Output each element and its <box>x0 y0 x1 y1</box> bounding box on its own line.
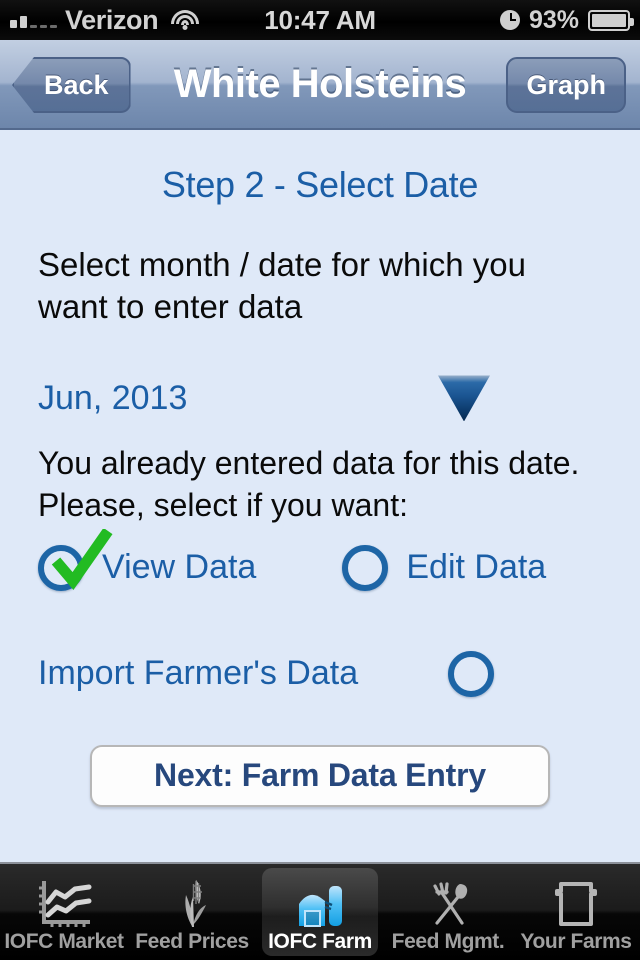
tab-feed-mgmt[interactable]: Feed Mgmt. <box>384 864 512 960</box>
instruction-text: Select month / date for which you want t… <box>38 246 526 326</box>
tab-iofc-farm[interactable]: IOFC Farm <box>256 864 384 960</box>
radio-ring-edit-data[interactable] <box>342 544 389 591</box>
radio-ring-view-data[interactable] <box>38 528 113 591</box>
next-button-container: Next: Farm Data Entry <box>0 744 640 807</box>
navigation-bar: Back White Holsteins Graph <box>0 40 640 130</box>
barn-silo-icon <box>291 878 349 930</box>
radio-option-view-data[interactable]: View Data <box>38 528 256 591</box>
status-bar: Verizon 10:47 AM 93% <box>0 0 640 40</box>
corn-stalk-icon <box>163 878 221 930</box>
tab-label-iofc-farm: IOFC Farm <box>268 930 372 953</box>
tab-label-iofc-market: IOFC Market <box>4 930 124 953</box>
tab-label-your-farms: Your Farms <box>520 930 632 953</box>
date-selector-row[interactable]: Jun, 2013 <box>38 375 602 422</box>
prompt-line-2: Please, select if you want: <box>38 487 408 524</box>
back-button[interactable]: Back <box>12 57 131 113</box>
prompt-line-1: You already entered data for this date. <box>38 445 580 482</box>
radio-ring-import-farmers-data[interactable] <box>448 650 494 697</box>
tab-iofc-market[interactable]: IOFC Market <box>0 864 128 960</box>
selected-date-label[interactable]: Jun, 2013 <box>38 379 187 418</box>
tab-bar: IOFC Market Feed Prices IOFC Farm Feed M… <box>0 862 640 960</box>
fork-shovel-icon <box>419 878 477 930</box>
tab-label-feed-mgmt: Feed Mgmt. <box>391 930 505 953</box>
alarm-clock-icon <box>499 10 520 30</box>
main-content: Step 2 - Select Date Select month / date… <box>0 132 640 862</box>
next-farm-data-entry-button[interactable]: Next: Farm Data Entry <box>90 744 550 807</box>
line-chart-icon <box>35 878 93 930</box>
tab-your-farms[interactable]: Your Farms <box>512 864 640 960</box>
import-farmers-data-row[interactable]: Import Farmer's Data <box>38 650 602 697</box>
page-title: White Holsteins <box>173 61 467 106</box>
battery-percent-label: 93% <box>528 5 579 34</box>
graph-button[interactable]: Graph <box>506 57 626 113</box>
tab-label-feed-prices: Feed Prices <box>135 930 249 953</box>
import-farmers-data-label[interactable]: Import Farmer's Data <box>38 654 358 693</box>
prompt-text: You already entered data for this date. … <box>38 443 602 526</box>
battery-icon <box>588 9 634 31</box>
radio-group: View Data Edit Data <box>38 528 640 591</box>
status-bar-right: 93% <box>499 5 634 35</box>
radio-label-edit-data[interactable]: Edit Data <box>406 548 546 587</box>
step-title: Step 2 - Select Date <box>161 164 479 205</box>
tab-feed-prices[interactable]: Feed Prices <box>128 864 256 960</box>
chevron-down-icon[interactable] <box>438 375 490 422</box>
radio-label-view-data[interactable]: View Data <box>102 548 256 587</box>
radio-option-edit-data[interactable]: Edit Data <box>342 544 546 591</box>
barn-outline-icon <box>547 878 605 930</box>
